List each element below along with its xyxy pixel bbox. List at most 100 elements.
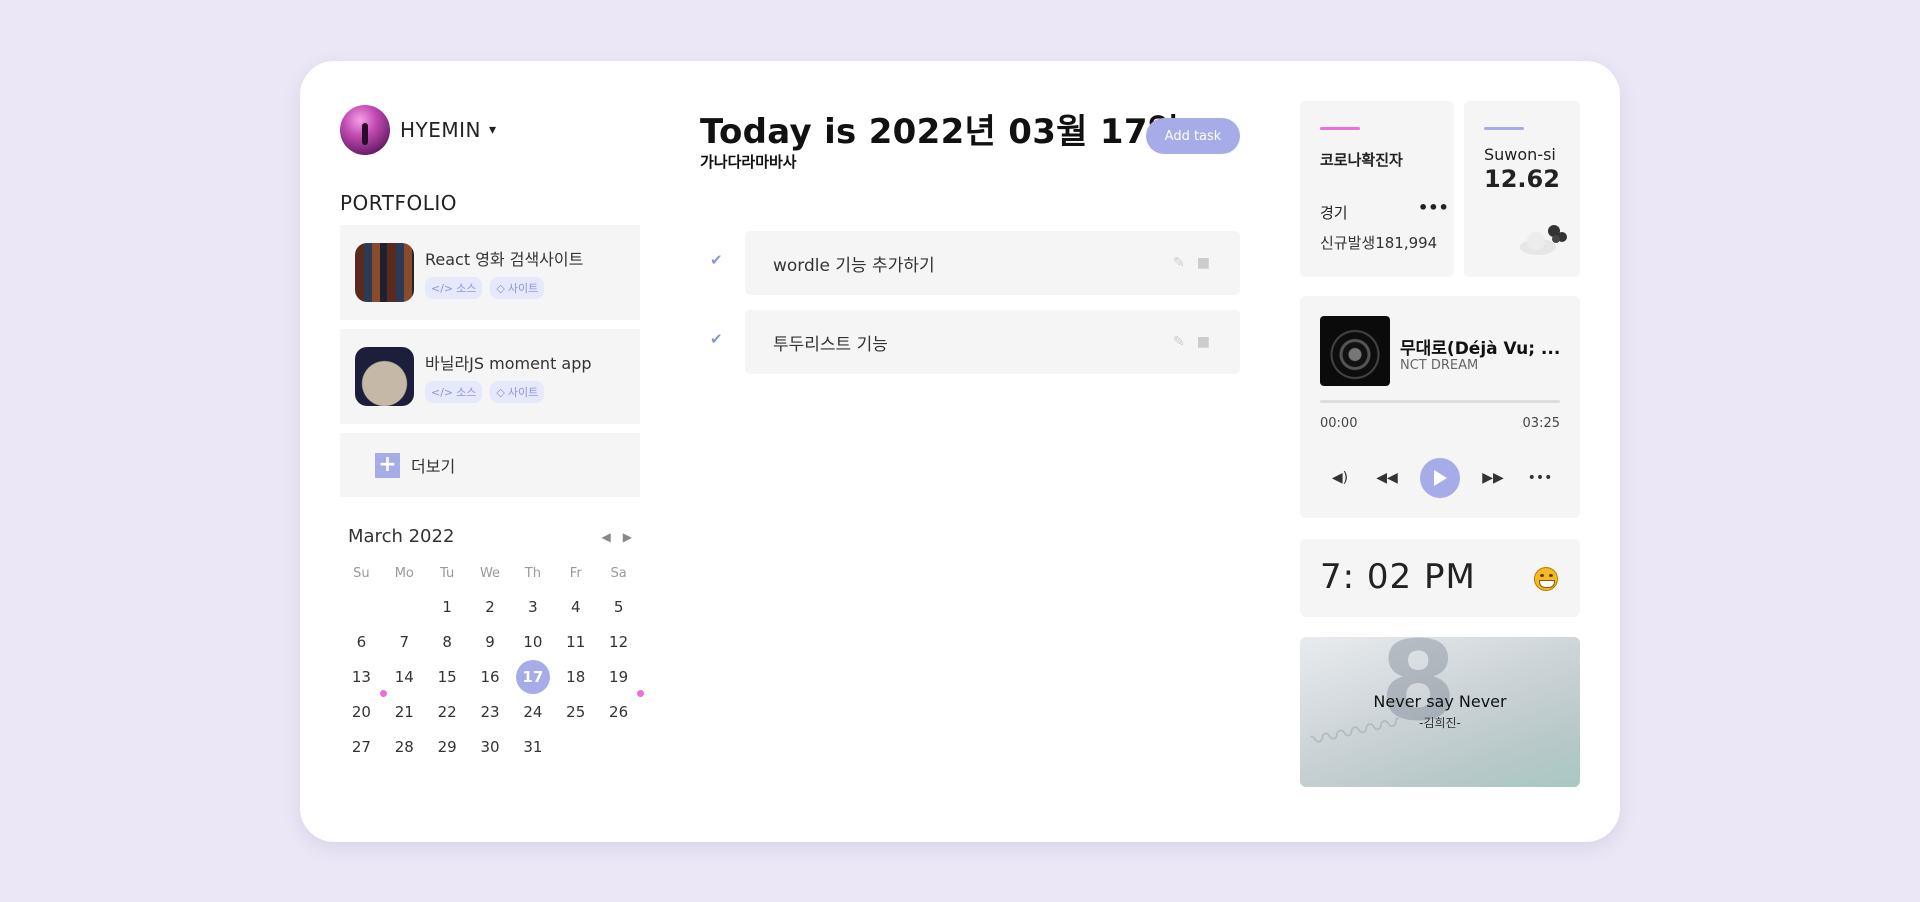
calendar-day[interactable]: 1 (426, 590, 469, 625)
code-icon: </> (431, 281, 454, 295)
calendar-day-number: 16 (480, 668, 500, 686)
calendar-day[interactable]: 18 (554, 660, 597, 695)
calendar-day[interactable]: 11 (554, 625, 597, 660)
song-title: 무대로(Déjà Vu; ... (1400, 339, 1561, 359)
calendar-day[interactable]: 31 (511, 730, 554, 765)
calendar-day[interactable]: 23 (469, 695, 512, 730)
weekday-label: Th (524, 566, 541, 581)
event-dot (637, 690, 645, 697)
calendar-day-number: 13 (351, 668, 371, 686)
calendar-day[interactable]: 5 (597, 590, 640, 625)
site-link[interactable]: ◇ 사이트 (490, 381, 545, 403)
time-total: 03:25 (1522, 416, 1560, 431)
calendar-day-number: 5 (613, 598, 624, 616)
calendar-day-number: 31 (523, 738, 543, 756)
todo-item: wordle 기능 추가하기 ✎ ■ (745, 231, 1240, 295)
calendar-day-number: 12 (609, 633, 629, 651)
fast-forward-icon[interactable]: ▶▶ (1479, 470, 1507, 486)
calendar-day[interactable]: 14 (383, 660, 426, 695)
calendar-day-number: 19 (609, 668, 629, 686)
more-button[interactable]: + 더보기 (340, 433, 640, 497)
calendar-week: 1 2 3 4 5 (340, 590, 640, 625)
next-month-icon[interactable]: ▶ (623, 530, 632, 544)
calendar-day[interactable]: 17 (511, 660, 554, 695)
more-icon[interactable]: ••• (1526, 470, 1554, 486)
weekday-row: Su Mo Tu We Th Fr Sa (340, 562, 640, 586)
caret-down-icon[interactable]: ▾ (489, 122, 496, 138)
play-button[interactable] (1420, 458, 1460, 498)
calendar-day[interactable]: 20 (340, 690, 387, 730)
weekday-label: We (479, 566, 501, 581)
page-subtitle: 가나다라마바사 (700, 153, 797, 171)
player-controls: ◀) ◀◀ ▶▶ ••• (1320, 458, 1560, 498)
edit-icon[interactable]: ✎ (1173, 334, 1185, 350)
calendar-day[interactable]: 10 (511, 625, 554, 660)
add-task-button[interactable]: Add task (1146, 118, 1240, 154)
calendar-day-number: 7 (399, 633, 410, 651)
weekday-label: Mo (394, 566, 414, 581)
quote-widget: 8 〰〰〰 Never say Never -김희진- (1300, 637, 1580, 787)
eye-icon: ◇ (496, 385, 505, 399)
todo-text: wordle 기능 추가하기 (773, 255, 935, 276)
trash-icon[interactable]: ■ (1197, 255, 1210, 271)
calendar-day[interactable]: 7 (383, 625, 426, 660)
calendar-day[interactable]: 4 (554, 590, 597, 625)
plus-icon: + (375, 452, 400, 478)
calendar-day-number: 6 (356, 633, 367, 651)
portfolio-thumbnail (355, 347, 414, 406)
calendar-day[interactable]: 8 (426, 625, 469, 660)
calendar-day[interactable]: 25 (554, 695, 597, 730)
calendar-day[interactable]: 12 (597, 625, 640, 660)
calendar-day[interactable]: 16 (469, 660, 512, 695)
edit-icon[interactable]: ✎ (1173, 255, 1185, 271)
portfolio-item-title: 바닐라JS moment app (425, 354, 592, 373)
calendar-day-number: 25 (566, 703, 586, 721)
calendar-empty (554, 730, 597, 765)
calendar-day-number: 15 (437, 668, 457, 686)
portfolio-item[interactable]: React 영화 검색사이트 </> 소스 ◇ 사이트 (340, 225, 640, 320)
clock-widget: 7: 02 PM (1300, 539, 1580, 617)
calendar-day[interactable]: 28 (383, 730, 426, 765)
calendar-day-number: 11 (566, 633, 586, 651)
portfolio-item[interactable]: 바닐라JS moment app </> 소스 ◇ 사이트 (340, 329, 640, 424)
calendar-day-number: 3 (528, 598, 538, 616)
progress-bar[interactable] (1320, 400, 1560, 403)
calendar-day[interactable]: 27 (340, 730, 383, 765)
calendar-day[interactable]: 2 (469, 590, 512, 625)
calendar-day[interactable]: 30 (469, 730, 512, 765)
calendar-day-number: 30 (480, 738, 500, 756)
user-menu[interactable]: HYEMIN ▾ (340, 105, 496, 155)
cloud-icon (1520, 225, 1567, 255)
quote-author: -김희진- (1419, 716, 1461, 730)
calendar-day[interactable]: 19 (597, 660, 640, 695)
prev-month-icon[interactable]: ◀ (602, 530, 611, 544)
calendar-day[interactable]: 26 (597, 690, 645, 730)
source-link[interactable]: </> 소스 (425, 381, 483, 403)
clock-time: 7: 02 PM (1320, 557, 1476, 597)
code-icon: </> (431, 385, 454, 399)
avatar (340, 105, 390, 155)
calendar-day-number: 18 (566, 668, 586, 686)
calendar-day[interactable]: 15 (426, 660, 469, 695)
calendar-day[interactable]: 21 (383, 695, 426, 730)
accent-bar (1484, 127, 1524, 130)
calendar-day[interactable]: 9 (469, 625, 512, 660)
calendar-day[interactable]: 6 (340, 625, 383, 660)
rewind-icon[interactable]: ◀◀ (1373, 470, 1401, 486)
calendar-day-number: 22 (437, 703, 457, 721)
calendar-day[interactable]: 29 (426, 730, 469, 765)
calendar-week: 20 21 22 23 24 25 26 (340, 690, 645, 730)
more-icon[interactable]: ••• (1418, 198, 1449, 217)
calendar-day[interactable]: 24 (511, 695, 554, 730)
covid-new-cases: 신규발생181,994 (1320, 234, 1438, 252)
covid-widget: 코로나확진자 경기 ••• 신규발생181,994 (1300, 101, 1454, 277)
calendar-day[interactable]: 13 (340, 660, 383, 695)
calendar-day[interactable]: 22 (426, 695, 469, 730)
check-icon[interactable]: ✔ (710, 251, 723, 269)
site-link[interactable]: ◇ 사이트 (490, 277, 545, 299)
volume-icon[interactable]: ◀) (1326, 470, 1354, 486)
check-icon[interactable]: ✔ (710, 330, 723, 348)
trash-icon[interactable]: ■ (1197, 334, 1210, 350)
source-link[interactable]: </> 소스 (425, 277, 483, 299)
calendar-day[interactable]: 3 (511, 590, 554, 625)
